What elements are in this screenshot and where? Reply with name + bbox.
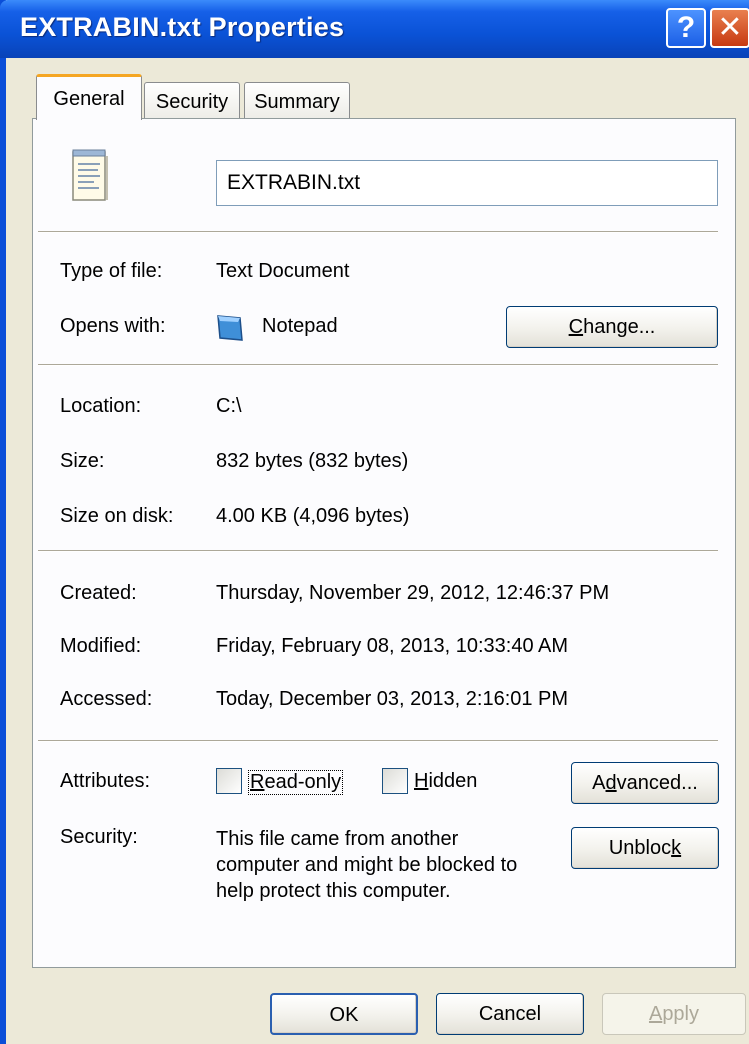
size-label: Size: <box>60 450 105 472</box>
opens-with-label: Opens with: <box>60 315 166 337</box>
read-only-checkbox[interactable] <box>216 768 242 794</box>
advanced-button-label: Advanced... <box>592 772 698 794</box>
separator <box>38 364 718 366</box>
opens-with-value: Notepad <box>262 315 338 337</box>
hidden-label[interactable]: Hidden <box>414 770 477 793</box>
separator <box>38 740 718 742</box>
unblock-button[interactable]: Unblock <box>571 827 719 869</box>
size-value: 832 bytes (832 bytes) <box>216 450 409 472</box>
apply-button-label: Apply <box>648 1003 700 1025</box>
type-of-file-label: Type of file: <box>60 260 163 282</box>
hidden-checkbox[interactable] <box>382 768 408 794</box>
apply-button[interactable]: Apply <box>602 993 746 1035</box>
modified-value: Friday, February 08, 2013, 10:33:40 AM <box>216 635 569 657</box>
accessed-label: Accessed: <box>60 688 153 710</box>
security-message: This file came from another computer and… <box>216 828 518 902</box>
general-content: EXTRABIN.txt Type of file: Text Document… <box>6 0 749 1044</box>
separator <box>38 231 718 233</box>
cancel-button[interactable]: Cancel <box>436 993 584 1035</box>
accessed-value: Today, December 03, 2013, 2:16:01 PM <box>216 688 569 710</box>
attributes-label: Attributes: <box>60 770 151 792</box>
read-only-label[interactable]: Read-only <box>248 770 344 795</box>
ok-button[interactable]: OK <box>270 993 418 1035</box>
notepad-file-icon <box>70 146 110 211</box>
unblock-button-label: Unblock <box>608 837 682 859</box>
change-button-label: Change... <box>568 316 656 338</box>
change-button[interactable]: Change... <box>506 306 718 348</box>
cancel-button-label: Cancel <box>478 1003 542 1025</box>
modified-label: Modified: <box>60 635 142 657</box>
location-label: Location: <box>60 395 142 417</box>
advanced-button[interactable]: Advanced... <box>571 762 719 804</box>
separator <box>38 550 718 552</box>
properties-dialog: EXTRABIN.txt Properties ? ✕ General Secu… <box>0 0 749 1044</box>
size-on-disk-label: Size on disk: <box>60 505 174 527</box>
ok-button-label: OK <box>329 1004 359 1026</box>
created-value: Thursday, November 29, 2012, 12:46:37 PM <box>216 582 610 604</box>
location-value: C:\ <box>216 395 242 417</box>
file-name-input[interactable]: EXTRABIN.txt <box>216 160 718 206</box>
notepad-app-icon <box>214 312 246 349</box>
type-of-file-value: Text Document <box>216 260 350 282</box>
security-label: Security: <box>60 826 138 848</box>
created-label: Created: <box>60 582 137 604</box>
size-on-disk-value: 4.00 KB (4,096 bytes) <box>216 505 410 527</box>
